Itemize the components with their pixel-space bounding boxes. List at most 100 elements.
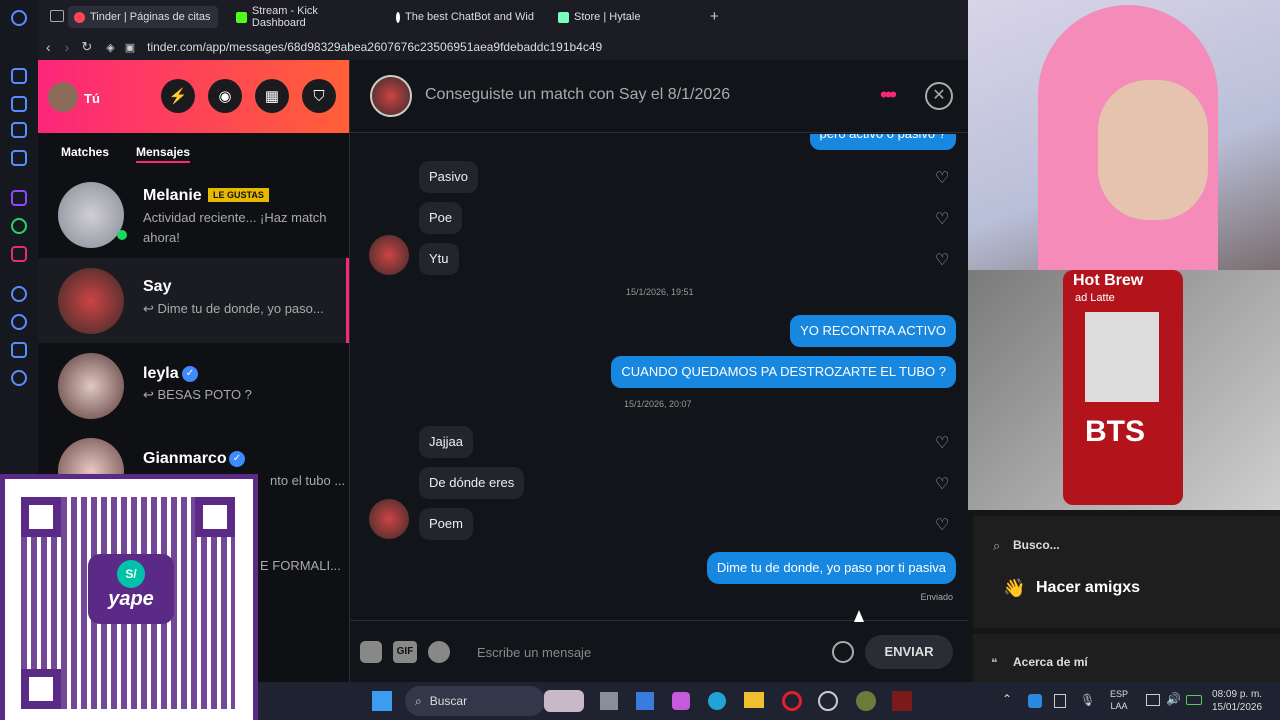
message-input[interactable]: Escribe un mensaje	[477, 645, 591, 660]
taskbar: ⌕ Buscar ⌃ 🎙 ESP LAA 🔊 08:09 p. m. 15/01/2…	[258, 682, 1280, 720]
tab-messages[interactable]: Mensajes	[136, 145, 191, 163]
user-avatar[interactable]	[48, 82, 78, 112]
task-view-icon[interactable]	[600, 692, 618, 710]
game-icon[interactable]	[892, 691, 912, 711]
yape-qr-overlay: S/ yape	[0, 474, 258, 720]
messenger-icon[interactable]	[11, 150, 27, 166]
store-icon[interactable]	[636, 692, 654, 710]
battery-icon[interactable]	[1186, 695, 1202, 705]
settings-icon[interactable]	[11, 370, 27, 386]
boost-button[interactable]: ⚡	[161, 79, 195, 113]
tab-bar: Tinder | Páginas de citas Stream - Kick …	[38, 0, 968, 34]
file-explorer-icon[interactable]	[744, 692, 764, 708]
url-input[interactable]: tinder.com/app/messages/68d98329abea2607…	[147, 40, 602, 54]
gif-button[interactable]: GIF	[393, 641, 417, 663]
like-heart-icon[interactable]: ♡	[935, 250, 949, 270]
twitch-icon[interactable]	[11, 190, 27, 206]
tab-chatbot[interactable]: The best ChatBot and Wid	[390, 6, 540, 28]
match-avatar[interactable]	[370, 75, 412, 117]
reload-icon[interactable]: ↻	[81, 39, 92, 55]
pinboard-icon[interactable]	[11, 122, 27, 138]
user-label[interactable]: Tú	[84, 91, 100, 106]
network-icon[interactable]	[1146, 694, 1160, 706]
player-icon[interactable]	[11, 286, 27, 302]
volume-icon[interactable]: 🔊	[1166, 692, 1181, 706]
yape-logo: S/ yape	[88, 554, 174, 624]
safety-button[interactable]: ⛉	[302, 79, 336, 113]
list-item[interactable]: leyla ✓ ↩ BESAS POTO ?	[38, 345, 349, 428]
opera-logo-icon[interactable]	[11, 10, 27, 26]
like-heart-icon[interactable]: ♡	[935, 515, 949, 535]
instagram-icon[interactable]	[11, 246, 27, 262]
qr-finder	[21, 497, 61, 537]
conversation-preview: Actividad reciente... ¡Haz match ahora!	[143, 210, 327, 245]
match-avatar	[369, 235, 409, 275]
back-icon[interactable]: ‹	[46, 39, 51, 55]
lightning-icon: ⚡	[168, 88, 188, 105]
list-item-selected[interactable]: Say ↩ Dime tu de donde, yo paso...	[38, 258, 349, 343]
edge-icon[interactable]	[708, 692, 726, 710]
message-bubble: Dime tu de donde, yo paso por ti pasiva	[706, 552, 956, 584]
explore-button[interactable]: ◉	[208, 79, 242, 113]
like-heart-icon[interactable]: ♡	[935, 474, 949, 494]
defender-icon[interactable]	[1028, 694, 1042, 708]
tab-kick[interactable]: Stream - Kick Dashboard	[230, 5, 380, 29]
conversation-name: leyla	[143, 365, 179, 382]
taskbar-search[interactable]: ⌕ Buscar	[405, 686, 545, 716]
forward-icon[interactable]: ›	[65, 39, 70, 55]
spotify-icon[interactable]	[428, 641, 450, 663]
message-bubble: pero activo o pasivo ?	[809, 134, 956, 150]
history-icon[interactable]	[11, 314, 27, 330]
obs-icon[interactable]	[818, 691, 838, 711]
copilot-icon[interactable]	[672, 692, 690, 710]
work-button[interactable]: ▦	[255, 79, 289, 113]
shield-icon: ⛉	[313, 87, 325, 105]
start-icon[interactable]	[372, 691, 392, 711]
mic-icon[interactable]: 🎙	[1080, 693, 1095, 707]
qr-finder	[195, 497, 235, 537]
clock[interactable]: 08:09 p. m. 15/01/2026	[1212, 688, 1262, 714]
like-heart-icon[interactable]: ♡	[935, 433, 949, 453]
chevron-up-icon[interactable]: ⌃	[1002, 692, 1012, 706]
tab-matches[interactable]: Matches	[61, 145, 109, 159]
tab-menu-icon[interactable]	[50, 10, 64, 22]
conversation-name: Gianmarco	[143, 450, 227, 467]
emoji-icon[interactable]	[832, 641, 854, 663]
sticker-icon[interactable]	[360, 641, 382, 663]
list-item[interactable]: Melanie LE GUSTAS Actividad reciente... …	[38, 172, 349, 255]
close-icon[interactable]: ✕	[925, 82, 953, 110]
search-icon: ⌕	[993, 538, 1001, 553]
apps-icon[interactable]	[11, 96, 27, 112]
aria-icon[interactable]	[11, 68, 27, 84]
whatsapp-icon[interactable]	[11, 218, 27, 234]
online-indicator	[117, 230, 127, 240]
conversation-preview: nto el tubo ...	[270, 473, 346, 488]
vpn-icon[interactable]: ◈	[106, 41, 114, 54]
conversation-name: Say	[143, 278, 172, 295]
avatar	[58, 353, 124, 419]
language-indicator[interactable]: ESP LAA	[1110, 688, 1128, 712]
like-heart-icon[interactable]: ♡	[935, 168, 949, 188]
qr-code: S/ yape	[5, 479, 253, 720]
timestamp: 15/1/2026, 19:51	[626, 287, 694, 297]
new-tab-button[interactable]: +	[710, 8, 719, 25]
tinder-favicon-icon	[74, 11, 85, 23]
app-icon[interactable]	[856, 691, 876, 711]
extensions-icon[interactable]	[11, 342, 27, 358]
opera-icon[interactable]	[782, 691, 802, 711]
search-label: Busco...	[1013, 538, 1060, 552]
tab-tinder[interactable]: Tinder | Páginas de citas	[68, 6, 218, 28]
match-info: Conseguiste un match con Say el 8/1/2026	[425, 86, 731, 103]
quote-icon: ❝	[991, 656, 998, 670]
like-heart-icon[interactable]: ♡	[935, 209, 949, 229]
more-options-icon[interactable]: •••	[880, 82, 897, 108]
likes-you-badge: LE GUSTAS	[208, 188, 269, 202]
kick-favicon-icon	[236, 11, 247, 23]
timestamp: 15/1/2026, 20:07	[624, 399, 692, 409]
widgets-icon[interactable]	[544, 690, 584, 712]
avatar	[58, 268, 124, 334]
tab-hytale[interactable]: Store | Hytale	[552, 6, 662, 28]
qr-finder	[21, 669, 61, 709]
device-icon[interactable]	[1054, 694, 1066, 708]
send-button[interactable]: ENVIAR	[865, 635, 953, 669]
